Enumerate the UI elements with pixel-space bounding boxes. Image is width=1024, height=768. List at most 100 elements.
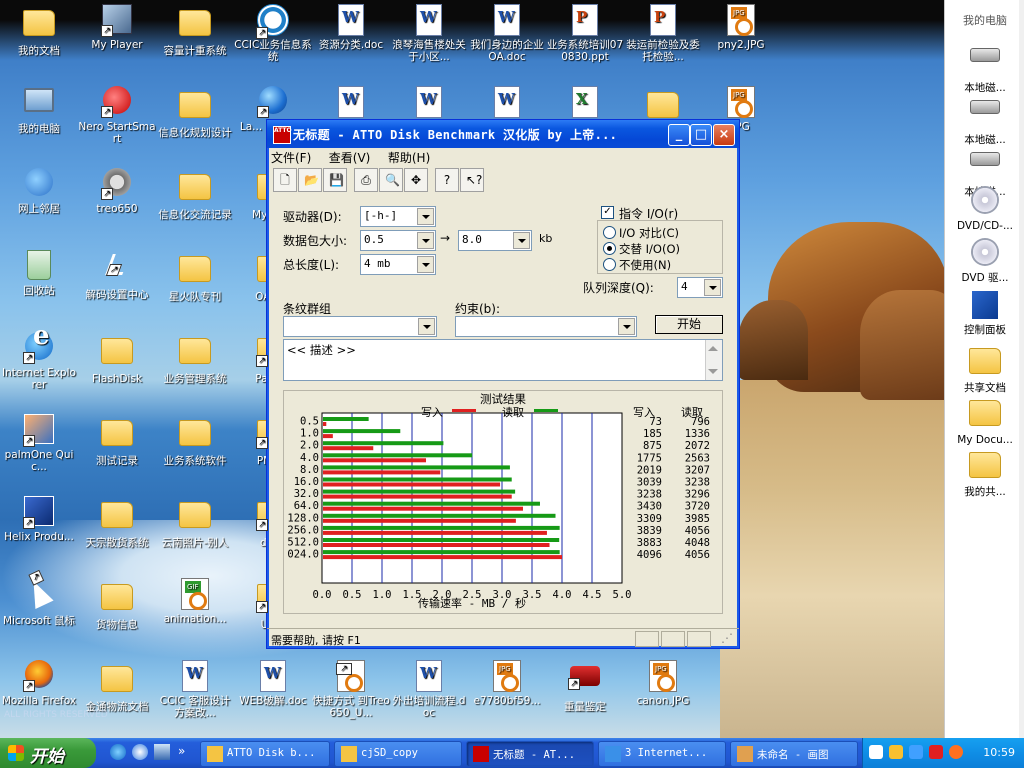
taskbar-button[interactable]: 无标题 - AT... xyxy=(466,741,594,767)
desktop-icon[interactable]: 重量鉴定 xyxy=(546,660,624,713)
desktop-icon[interactable]: 业务管理系统 xyxy=(156,332,234,385)
panel-item[interactable]: 控制面板 xyxy=(947,290,1023,336)
quick-launch-more-icon[interactable]: » xyxy=(178,744,194,760)
desktop-icon[interactable]: 信息化交流记录 xyxy=(156,168,234,221)
panel-scrollbar[interactable] xyxy=(1019,0,1024,738)
desktop-icon[interactable]: 业务系统培训070830.ppt xyxy=(546,4,624,63)
new-file-button[interactable]: 🗋 xyxy=(273,168,297,192)
start-menu-button[interactable]: 开始 xyxy=(0,738,96,768)
transfer-size-from-select[interactable]: 0.5 xyxy=(360,230,436,251)
desktop-icon[interactable]: CCIC业务信息系统 xyxy=(234,4,312,63)
menu-view[interactable]: 查看(V) xyxy=(329,151,371,165)
desktop-icon[interactable] xyxy=(390,86,468,121)
print-preview-button[interactable]: 🔍 xyxy=(379,168,403,192)
desktop-icon[interactable]: 浪琴海售楼处关于小区... xyxy=(390,4,468,63)
desktop-icon[interactable]: e7780bf59... xyxy=(468,660,546,707)
chevron-down-icon[interactable] xyxy=(704,279,721,296)
help-button[interactable]: ? xyxy=(435,168,459,192)
taskbar-button[interactable]: 3 Internet... xyxy=(598,741,726,767)
panel-item[interactable]: 本地磁... xyxy=(947,90,1023,146)
desktop-icon[interactable]: My Player xyxy=(78,4,156,51)
desktop-icon[interactable]: 云南照片-别人 xyxy=(156,496,234,549)
desktop-icon[interactable] xyxy=(312,86,390,121)
desktop-icon[interactable]: pny2.JPG xyxy=(702,4,780,51)
desktop-icon[interactable]: 货物信息 xyxy=(78,578,156,631)
quick-launch-desktop-icon[interactable] xyxy=(154,744,170,760)
chevron-down-icon[interactable] xyxy=(418,318,435,335)
panel-item[interactable]: 本地磁... xyxy=(947,38,1023,94)
desktop-icon[interactable]: FlashDisk xyxy=(78,332,156,385)
desktop-icon[interactable]: 业务系统软件 xyxy=(156,414,234,467)
desktop-icon[interactable]: 回收站 xyxy=(0,250,78,297)
move-button[interactable]: ✥ xyxy=(404,168,428,192)
desktop-icon[interactable]: 星火队专刊 xyxy=(156,250,234,303)
taskbar-button[interactable]: ATTO Disk b... xyxy=(200,741,330,767)
menu-file[interactable]: 文件(F) xyxy=(271,151,311,165)
taskbar-button[interactable]: 未命名 - 画图 xyxy=(730,741,858,767)
quick-launch-media-icon[interactable] xyxy=(132,744,148,760)
queue-depth-select[interactable]: 4 xyxy=(677,277,723,298)
panel-item[interactable]: DVD/CD-... xyxy=(947,186,1023,232)
chevron-down-icon[interactable] xyxy=(417,256,434,273)
chevron-down-icon[interactable] xyxy=(417,208,434,225)
desktop-icon[interactable]: 容量计重系统 xyxy=(156,4,234,57)
panel-item[interactable]: 共享文档 xyxy=(947,342,1023,394)
scroll-down-icon[interactable] xyxy=(708,369,718,374)
desktop-icon[interactable]: 我的文档 xyxy=(0,4,78,57)
desktop-icon[interactable]: palmOne Quic... xyxy=(0,414,78,473)
desktop-icon[interactable]: 外出培训流程.doc xyxy=(390,660,468,719)
print-button[interactable]: ⎙ xyxy=(354,168,378,192)
desktop-icon[interactable]: Microsoft 鼠标 xyxy=(0,576,78,627)
desktop-icon[interactable]: 资源分类.doc xyxy=(312,4,390,51)
desktop-icon[interactable]: 测试记录 xyxy=(78,414,156,467)
title-bar[interactable]: ATTO 无标题 - ATTO Disk Benchmark 汉化版 by 上帝… xyxy=(267,120,739,148)
minimize-button[interactable]: _ xyxy=(668,124,690,146)
description-box[interactable]: << 描述 >> xyxy=(283,339,723,381)
chevron-down-icon[interactable] xyxy=(618,318,635,335)
context-help-button[interactable]: ↖? xyxy=(460,168,484,192)
stripe-group-select[interactable] xyxy=(283,316,437,337)
total-length-select[interactable]: 4 mb xyxy=(360,254,436,275)
firefox-tray-icon[interactable] xyxy=(949,745,963,759)
transfer-size-to-select[interactable]: 8.0 xyxy=(458,230,532,251)
chevron-down-icon[interactable] xyxy=(417,232,434,249)
desktop-icon[interactable]: 金通物流文档 xyxy=(78,660,156,713)
messenger-icon[interactable] xyxy=(889,745,903,759)
desktop-icon[interactable]: Helix Produ... xyxy=(0,496,78,543)
resize-grip-icon[interactable]: ⋰ xyxy=(721,631,733,645)
open-button[interactable]: 📂 xyxy=(298,168,322,192)
keyboard-icon[interactable] xyxy=(869,745,883,759)
panel-item[interactable]: 我的共... xyxy=(947,446,1023,498)
menu-help[interactable]: 帮助(H) xyxy=(388,151,430,165)
desktop-icon[interactable] xyxy=(468,86,546,121)
chevron-down-icon[interactable] xyxy=(513,232,530,249)
drive-select[interactable]: [-h-] xyxy=(360,206,436,227)
desktop-icon[interactable]: 信息化规划设计 xyxy=(156,86,234,139)
desktop-icon[interactable]: animation... xyxy=(156,578,234,625)
maximize-button[interactable]: □ xyxy=(690,124,712,146)
desktop-icon[interactable]: 解码设置中心 xyxy=(78,250,156,301)
desktop-icon[interactable]: 我们身边的企业OA.doc xyxy=(468,4,546,63)
io-compare-radio[interactable] xyxy=(603,226,616,239)
quick-launch-ie-icon[interactable] xyxy=(110,744,126,760)
panel-item[interactable]: DVD 驱... xyxy=(947,238,1023,284)
desktop-icon[interactable]: WEB破解.doc xyxy=(234,660,312,707)
desktop-icon[interactable]: 网上邻居 xyxy=(0,168,78,215)
panel-item[interactable]: My Docu... xyxy=(947,394,1023,446)
desktop-icon[interactable]: 我的电脑 xyxy=(0,86,78,135)
desktop-icon[interactable]: Nero StartSmart xyxy=(78,86,156,145)
scroll-up-icon[interactable] xyxy=(708,346,718,351)
desktop-icon[interactable]: 装运前检验及委托检验... xyxy=(624,4,702,63)
description-scrollbar[interactable] xyxy=(705,340,722,380)
close-button[interactable]: × xyxy=(713,124,735,146)
network-tray-icon[interactable] xyxy=(909,745,923,759)
direct-io-checkbox[interactable]: ✓ xyxy=(601,206,614,219)
start-button[interactable]: 开始 xyxy=(655,315,723,334)
desktop-icon[interactable]: Internet Explorer xyxy=(0,330,78,391)
desktop-icon[interactable]: Mozilla Firefox xyxy=(0,660,78,707)
desktop-icon[interactable] xyxy=(546,86,624,121)
atto-app-icon[interactable]: ATTO xyxy=(273,126,292,144)
constraint-select[interactable] xyxy=(455,316,637,337)
desktop-icon[interactable]: canon.JPG xyxy=(624,660,702,707)
desktop-icon[interactable]: CCIC 客服设计方案改... xyxy=(156,660,234,719)
